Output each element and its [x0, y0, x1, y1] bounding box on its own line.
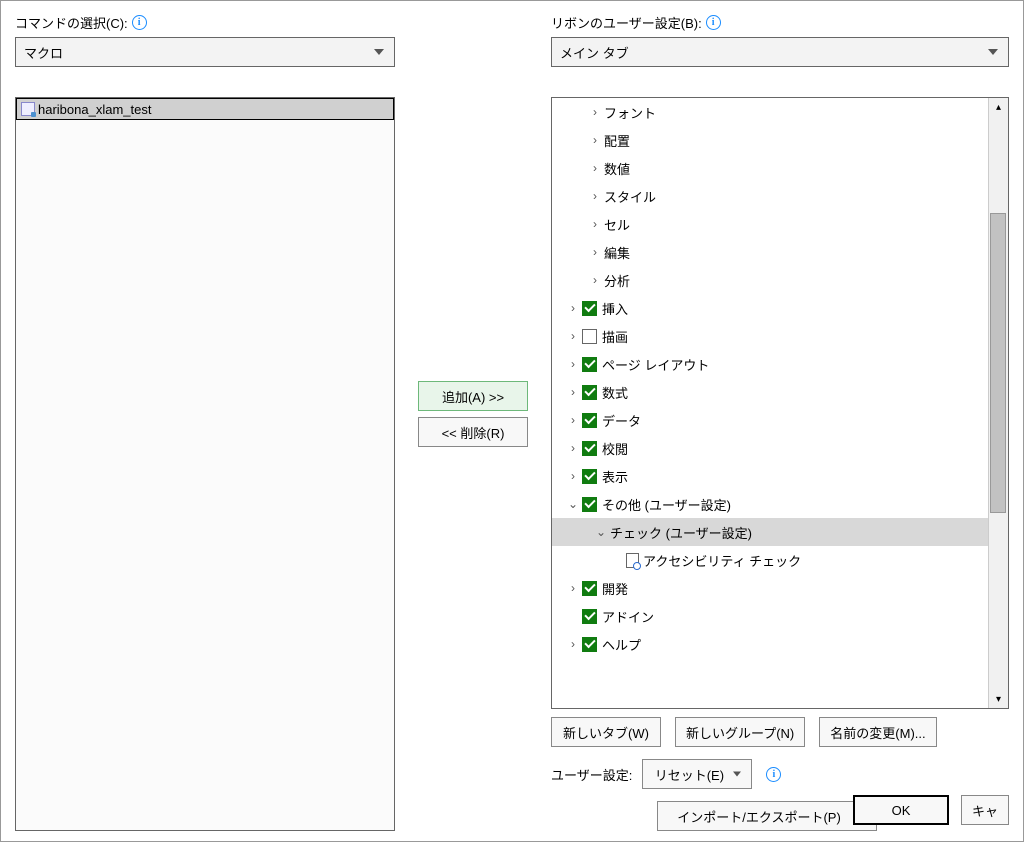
checkbox[interactable] — [582, 357, 597, 372]
remove-button[interactable]: << 削除(R) — [418, 417, 528, 447]
expand-icon[interactable]: › — [588, 133, 602, 147]
tree-label: 挿入 — [602, 299, 628, 318]
tree-label: 数値 — [604, 159, 630, 178]
ok-button[interactable]: OK — [853, 795, 949, 825]
tree-row[interactable]: ⌄チェック (ユーザー設定) — [552, 518, 988, 546]
choose-commands-dropdown[interactable]: マクロ — [15, 37, 395, 67]
tree-row[interactable]: › 表示 — [552, 462, 988, 490]
expand-icon[interactable]: › — [566, 329, 580, 343]
customize-ribbon-value: メイン タブ — [560, 43, 629, 62]
checkbox[interactable] — [582, 413, 597, 428]
tree-row[interactable]: アクセシビリティ チェック — [552, 546, 988, 574]
checkbox[interactable] — [582, 301, 597, 316]
expand-icon[interactable]: › — [588, 245, 602, 259]
expand-icon[interactable]: ⌄ — [594, 525, 608, 539]
info-icon[interactable]: i — [706, 15, 721, 30]
tree-label: チェック (ユーザー設定) — [610, 523, 752, 542]
tree-label: ページ レイアウト — [602, 355, 709, 374]
new-tab-button[interactable]: 新しいタブ(W) — [551, 717, 661, 747]
choose-commands-label: コマンドの選択(C): — [15, 13, 128, 32]
checkbox[interactable] — [582, 469, 597, 484]
tree-label: アドイン — [602, 607, 654, 626]
tree-label: ヘルプ — [602, 635, 641, 654]
import-export-button[interactable]: インポート/エクスポート(P) — [657, 801, 877, 831]
tree-label: 配置 — [604, 131, 630, 150]
tree-row[interactable]: ›配置 — [552, 126, 988, 154]
tree-row[interactable]: ›数値 — [552, 154, 988, 182]
choose-commands-value: マクロ — [24, 43, 63, 62]
customize-ribbon-dropdown[interactable]: メイン タブ — [551, 37, 1009, 67]
rename-button[interactable]: 名前の変更(M)... — [819, 717, 936, 747]
tree-label: 編集 — [604, 243, 630, 262]
tree-label: 描画 — [602, 327, 628, 346]
tree-row[interactable]: ›スタイル — [552, 182, 988, 210]
tree-row[interactable]: ›アドイン — [552, 602, 988, 630]
info-icon[interactable]: i — [766, 767, 781, 782]
tree-label: 分析 — [604, 271, 630, 290]
expand-icon[interactable]: › — [566, 413, 580, 427]
ribbon-tree[interactable]: ›フォント›配置›数値›スタイル›セル›編集›分析›挿入›描画›ページ レイアウ… — [551, 97, 1009, 709]
checkbox[interactable] — [582, 497, 597, 512]
checkbox[interactable] — [582, 329, 597, 344]
commands-listbox[interactable]: haribona_xlam_test — [15, 97, 395, 831]
command-item[interactable]: haribona_xlam_test — [16, 98, 394, 120]
customize-ribbon-label: リボンのユーザー設定(B): — [551, 13, 702, 32]
scrollbar[interactable]: ▴ ▾ — [988, 98, 1008, 708]
tree-row[interactable]: ⌄ その他 (ユーザー設定) — [552, 490, 988, 518]
tree-row[interactable]: ›編集 — [552, 238, 988, 266]
command-label: haribona_xlam_test — [38, 102, 151, 117]
expand-icon[interactable]: › — [566, 385, 580, 399]
info-icon[interactable]: i — [132, 15, 147, 30]
tree-label: スタイル — [604, 187, 656, 206]
expand-icon[interactable]: › — [566, 301, 580, 315]
add-button[interactable]: 追加(A) >> — [418, 381, 528, 411]
expand-icon[interactable]: › — [588, 189, 602, 203]
cancel-button[interactable]: キャ — [961, 795, 1009, 825]
tree-row[interactable]: ›フォント — [552, 98, 988, 126]
tree-label: フォント — [604, 103, 656, 122]
tree-label: 表示 — [602, 467, 628, 486]
expand-icon[interactable]: › — [566, 469, 580, 483]
tree-row[interactable]: › データ — [552, 406, 988, 434]
tree-label: セル — [604, 215, 630, 234]
tree-row[interactable]: › 挿入 — [552, 294, 988, 322]
tree-row[interactable]: ›分析 — [552, 266, 988, 294]
reset-button[interactable]: リセット(E) — [642, 759, 752, 789]
scroll-thumb[interactable] — [990, 213, 1006, 513]
expand-icon[interactable]: › — [588, 273, 602, 287]
tree-label: 数式 — [602, 383, 628, 402]
checkbox[interactable] — [582, 637, 597, 652]
expand-icon[interactable]: › — [588, 105, 602, 119]
document-icon — [626, 553, 639, 568]
new-group-button[interactable]: 新しいグループ(N) — [675, 717, 805, 747]
expand-icon[interactable]: ⌄ — [566, 497, 580, 511]
tree-row[interactable]: ›セル — [552, 210, 988, 238]
tree-row[interactable]: › ページ レイアウト — [552, 350, 988, 378]
expand-icon[interactable]: › — [566, 581, 580, 595]
tree-row[interactable]: › 数式 — [552, 378, 988, 406]
tree-row[interactable]: › 校閲 — [552, 434, 988, 462]
expand-icon[interactable]: › — [566, 357, 580, 371]
checkbox[interactable] — [582, 581, 597, 596]
expand-icon[interactable]: › — [566, 441, 580, 455]
scroll-down-icon[interactable]: ▾ — [990, 690, 1008, 708]
tree-label: データ — [602, 411, 641, 430]
macro-icon — [21, 102, 35, 116]
expand-icon[interactable]: › — [588, 161, 602, 175]
checkbox[interactable] — [582, 385, 597, 400]
tree-label: 開発 — [602, 579, 628, 598]
expand-icon[interactable]: › — [588, 217, 602, 231]
tree-label: その他 (ユーザー設定) — [602, 495, 731, 514]
tree-row[interactable]: › 開発 — [552, 574, 988, 602]
tree-label: アクセシビリティ チェック — [643, 551, 801, 570]
checkbox[interactable] — [582, 441, 597, 456]
scroll-up-icon[interactable]: ▴ — [990, 98, 1008, 116]
tree-row[interactable]: › 描画 — [552, 322, 988, 350]
tree-label: 校閲 — [602, 439, 628, 458]
user-settings-label: ユーザー設定: — [551, 765, 632, 784]
tree-row[interactable]: › ヘルプ — [552, 630, 988, 658]
checkbox[interactable] — [582, 609, 597, 624]
expand-icon[interactable]: › — [566, 637, 580, 651]
